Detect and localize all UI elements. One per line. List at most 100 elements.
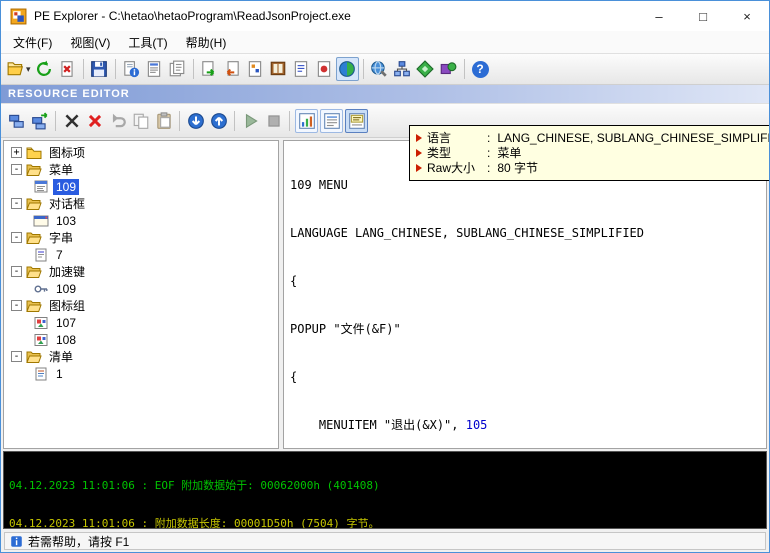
save-button[interactable] (88, 57, 111, 81)
expand-icon[interactable]: + (11, 147, 22, 158)
view-text-icon (323, 112, 341, 130)
collapse-icon[interactable]: - (11, 232, 22, 243)
toolbar-separator (193, 59, 194, 79)
stop-button[interactable] (262, 109, 285, 133)
tree-folder-menu[interactable]: - 菜单 (4, 161, 278, 178)
toolbar-separator (363, 59, 364, 79)
plugins-button[interactable] (437, 57, 460, 81)
resource-editor-button[interactable] (336, 57, 359, 81)
status-text: 若需帮助，请按 F1 (28, 533, 129, 550)
title-bar[interactable]: PE Explorer - C:\hetao\hetaoProgram\Read… (1, 1, 769, 31)
pe-explorer-window: PE Explorer - C:\hetao\hetaoProgram\Read… (0, 0, 770, 553)
menu-file[interactable]: 文件(F) (4, 31, 61, 54)
file-info-icon (122, 60, 140, 78)
tree-folder-icon-group[interactable]: - 图标组 (4, 297, 278, 314)
copy-icon (132, 112, 150, 130)
paste-button[interactable] (152, 109, 175, 133)
undo-icon (109, 112, 127, 130)
open-folder-icon (26, 299, 42, 313)
resource-tree[interactable]: + 图标项 - 菜单 109 - 对话框 103 (3, 140, 279, 449)
source-line: MENUITEM "退出(&X)", 105 (290, 417, 760, 433)
menu-view[interactable]: 视图(V) (61, 31, 119, 54)
arrow-up-icon (210, 112, 228, 130)
main-toolbar: ▾ (1, 53, 769, 85)
stop-icon (265, 112, 283, 130)
open-folder-icon (26, 197, 42, 211)
maximize-icon: □ (699, 9, 707, 24)
tree-label: 108 (53, 332, 79, 348)
open-folder-icon (7, 60, 25, 78)
view-binary-icon (298, 112, 316, 130)
export-resource-button[interactable] (28, 109, 51, 133)
close-icon: × (743, 9, 751, 24)
file-info-button[interactable] (120, 57, 143, 81)
open-folder-icon (26, 163, 42, 177)
relocations-button[interactable] (244, 57, 267, 81)
tree-folder-icons[interactable]: + 图标项 (4, 144, 278, 161)
headers-button[interactable] (143, 57, 166, 81)
collapse-icon[interactable]: - (11, 351, 22, 362)
open-file-button[interactable]: ▾ (5, 57, 33, 81)
globe-wrench-icon (370, 60, 388, 78)
resource-editor-header: RESOURCE EDITOR (1, 85, 769, 103)
tree-node-accelerator-109[interactable]: 109 (4, 280, 278, 297)
import-resource-button[interactable] (5, 109, 28, 133)
maximize-button[interactable]: □ (681, 1, 725, 31)
menu-help[interactable]: 帮助(H) (177, 31, 236, 54)
tree-node-menu-109[interactable]: 109 (4, 178, 278, 195)
close-file-button[interactable] (56, 57, 79, 81)
collapse-icon[interactable]: - (11, 198, 22, 209)
open-folder-icon (26, 231, 42, 245)
tree-label: 1 (53, 366, 66, 382)
folder-icon (26, 146, 42, 160)
edit-resource-button[interactable] (60, 109, 83, 133)
sections-button[interactable] (166, 57, 189, 81)
view-text-button[interactable] (320, 109, 343, 133)
undo-button[interactable] (106, 109, 129, 133)
tree-node-icon-group-107[interactable]: 107 (4, 314, 278, 331)
play-icon (242, 112, 260, 130)
move-up-button[interactable] (207, 109, 230, 133)
menu-tools[interactable]: 工具(T) (119, 31, 176, 54)
source-line: POPUP "文件(&F)" (290, 321, 760, 337)
tree-node-manifest-1[interactable]: 1 (4, 365, 278, 382)
refresh-button[interactable] (33, 57, 56, 81)
log-line: 04.12.2023 11:01:06 : EOF 附加数据始于: 000620… (9, 480, 761, 493)
tree-folder-string[interactable]: - 字串 (4, 229, 278, 246)
plugins-icon (439, 60, 457, 78)
move-down-button[interactable] (184, 109, 207, 133)
log-panel[interactable]: 04.12.2023 11:01:06 : EOF 附加数据始于: 000620… (3, 451, 767, 529)
debug-info-button[interactable] (267, 57, 290, 81)
disassembler-button[interactable] (414, 57, 437, 81)
resource-properties-button[interactable] (345, 109, 368, 133)
source-view[interactable]: 109 MENU LANGUAGE LANG_CHINESE, SUBLANG_… (283, 140, 767, 449)
export-table-button[interactable] (198, 57, 221, 81)
tree-folder-accelerator[interactable]: - 加速键 (4, 263, 278, 280)
log-line: 04.12.2023 11:01:06 : 附加数据长度: 00001D50h … (9, 518, 761, 530)
import-resource-icon (8, 112, 26, 130)
play-button[interactable] (239, 109, 262, 133)
checksum-button[interactable] (313, 57, 336, 81)
tools-button[interactable] (368, 57, 391, 81)
tree-node-string-7[interactable]: 7 (4, 246, 278, 263)
tree-node-dialog-103[interactable]: 103 (4, 212, 278, 229)
dependency-scanner-button[interactable] (391, 57, 414, 81)
dropdown-icon: ▾ (26, 64, 31, 75)
view-binary-button[interactable] (295, 109, 318, 133)
close-button[interactable]: × (725, 1, 769, 31)
tree-node-icon-group-108[interactable]: 108 (4, 331, 278, 348)
collapse-icon[interactable]: - (11, 266, 22, 277)
tree-folder-dialog[interactable]: - 对话框 (4, 195, 278, 212)
source-line: { (290, 273, 760, 289)
help-button[interactable]: ? (469, 57, 492, 81)
refresh-icon (35, 60, 53, 78)
delete-resource-button[interactable] (83, 109, 106, 133)
collapse-icon[interactable]: - (11, 164, 22, 175)
collapse-icon[interactable]: - (11, 300, 22, 311)
minimize-button[interactable]: – (637, 1, 681, 31)
tree-folder-manifest[interactable]: - 清单 (4, 348, 278, 365)
copy-button[interactable] (129, 109, 152, 133)
import-table-button[interactable] (221, 57, 244, 81)
toolbar-separator (289, 111, 290, 131)
symbols-button[interactable] (290, 57, 313, 81)
